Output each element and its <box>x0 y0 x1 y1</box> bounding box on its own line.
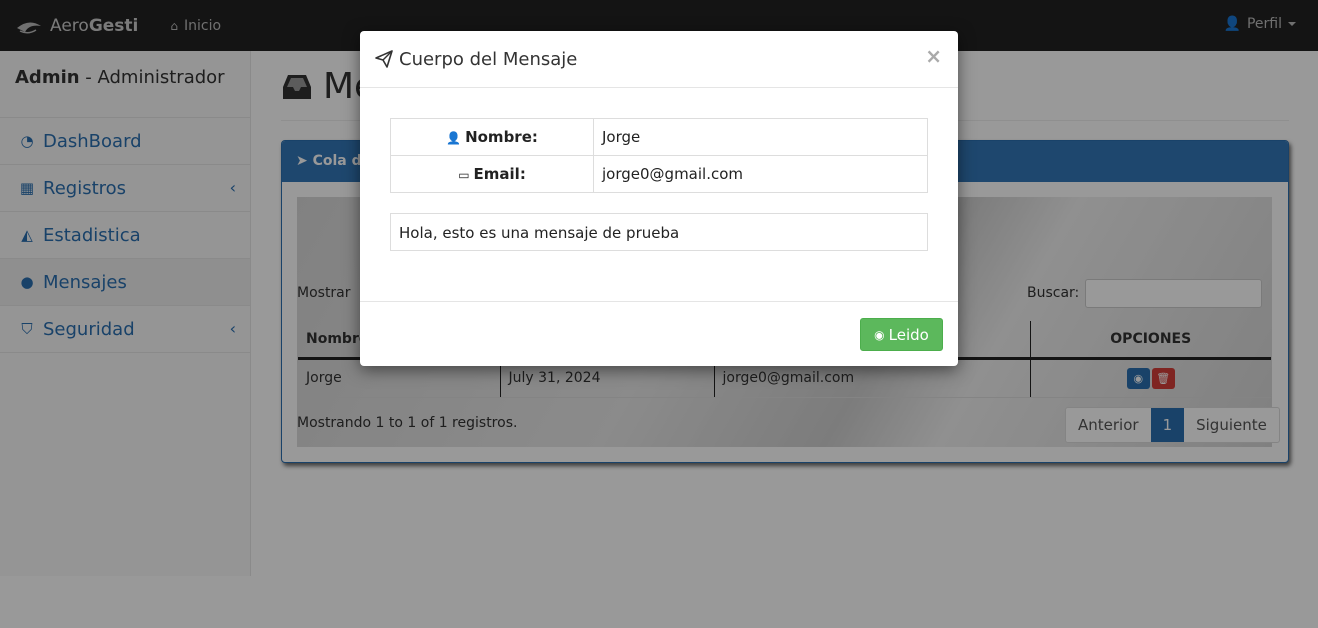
name-label: Nombre: <box>465 128 538 146</box>
close-icon[interactable]: × <box>925 44 942 68</box>
message-modal: Cuerpo del Mensaje × 👤 Nombre: Jorge ▭ Ema… <box>360 31 958 366</box>
inbox-icon: ▭ <box>458 168 470 182</box>
email-label-cell: ▭ Email: <box>390 155 594 193</box>
sender-info-table: 👤 Nombre: Jorge ▭ Email: jorge0@gmail.com <box>390 118 928 193</box>
table-row: ▭ Email: jorge0@gmail.com <box>390 155 928 193</box>
mark-read-label: Leido <box>888 325 929 344</box>
email-label: Email: <box>473 165 526 183</box>
modal-footer: ◉ Leido <box>360 301 958 366</box>
modal-title: Cuerpo del Mensaje <box>399 48 578 70</box>
name-value: Jorge <box>593 118 928 156</box>
modal-header: Cuerpo del Mensaje × <box>360 31 958 88</box>
message-body: Hola, esto es una mensaje de prueba <box>390 213 928 251</box>
user-icon: 👤 <box>446 131 462 145</box>
eye-icon: ◉ <box>874 327 885 342</box>
paper-plane-icon <box>375 50 393 68</box>
table-row: 👤 Nombre: Jorge <box>390 118 928 156</box>
mark-read-button[interactable]: ◉ Leido <box>860 318 943 351</box>
email-value: jorge0@gmail.com <box>593 155 928 193</box>
name-label-cell: 👤 Nombre: <box>390 118 594 156</box>
